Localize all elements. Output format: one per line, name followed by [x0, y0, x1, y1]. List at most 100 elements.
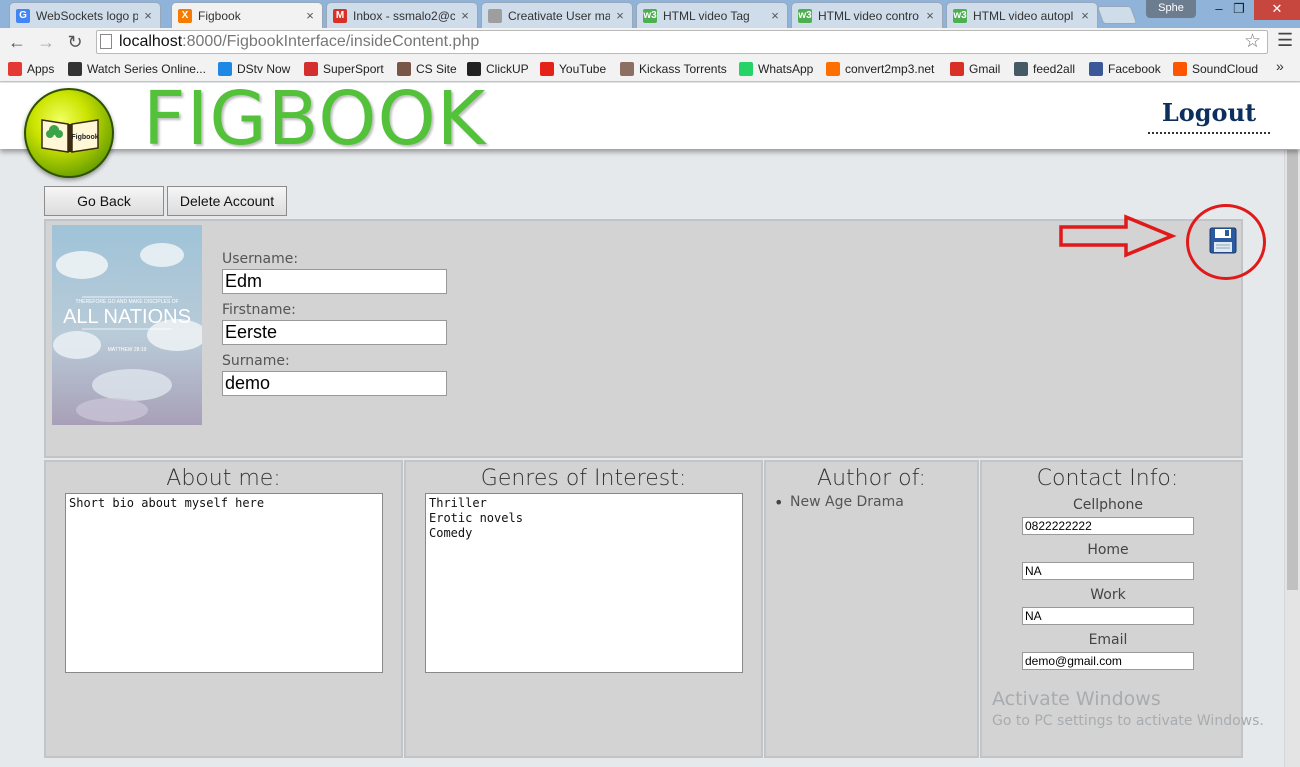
close-tab-icon[interactable]: × [142, 8, 154, 23]
bookmark-item[interactable]: Facebook [1089, 60, 1161, 78]
bookmark-label: Watch Series Online... [87, 62, 206, 76]
username-input[interactable]: Edm [222, 269, 447, 294]
menu-icon[interactable]: ☰ [1277, 30, 1293, 51]
bookmark-label: Gmail [969, 62, 1001, 76]
browser-tab[interactable]: G WebSockets logo p × [9, 2, 161, 28]
apps-icon [8, 62, 22, 76]
figbook-logo[interactable]: Figbook [24, 88, 114, 178]
reload-icon[interactable]: ↻ [64, 31, 86, 53]
save-icon[interactable] [1209, 227, 1237, 254]
bookmark-item[interactable]: SoundCloud [1173, 60, 1258, 78]
soundcloud-icon [1173, 62, 1187, 76]
surname-input[interactable]: demo [222, 371, 447, 396]
work-label: Work [1090, 587, 1126, 603]
youtube-icon [540, 62, 554, 76]
cellphone-input[interactable]: 0822222222 [1022, 517, 1194, 535]
browser-tab[interactable]: w3 HTML video contro × [791, 2, 943, 28]
clouds-image: THEREFORE GO AND MAKE DISCIPLES OF ALL N… [52, 225, 202, 425]
browser-tab[interactable]: w3 HTML video autopl × [946, 2, 1098, 28]
about-textarea[interactable]: Short bio about myself here [65, 493, 383, 673]
crest-icon [397, 62, 411, 76]
bookmark-item[interactable]: Kickass Torrents [620, 60, 727, 78]
w3schools-icon: w3 [798, 8, 812, 23]
maximize-button[interactable]: ❐ [1224, 0, 1254, 20]
activate-windows-subtitle: Go to PC settings to activate Windows. [992, 713, 1264, 729]
close-tab-icon[interactable]: × [924, 8, 936, 23]
logout-link[interactable]: Logout [1148, 96, 1270, 134]
bookmark-label: Kickass Torrents [639, 62, 727, 76]
gmail-icon: M [333, 8, 347, 23]
home-label: Home [1087, 542, 1129, 558]
close-tab-icon[interactable]: × [459, 8, 471, 23]
back-arrow-icon[interactable]: ← [6, 31, 28, 53]
more-bookmarks-icon[interactable]: » [1276, 58, 1284, 74]
bird-icon [68, 62, 82, 76]
book-icon: Figbook [41, 119, 99, 153]
genres-textarea[interactable]: Thriller Erotic novels Comedy [425, 493, 743, 673]
browser-profile-badge[interactable]: Sphe [1146, 0, 1196, 18]
monitor-icon [1014, 62, 1028, 76]
tab-title: HTML video contro [818, 8, 919, 23]
work-input[interactable]: NA [1022, 607, 1194, 625]
bookmark-item[interactable]: feed2all [1014, 60, 1075, 78]
bookmark-item[interactable]: Gmail [950, 60, 1000, 78]
tab-title: Creativate User ma [508, 8, 610, 23]
delete-account-button[interactable]: Delete Account [167, 186, 287, 216]
bookmark-label: YouTube [559, 62, 607, 76]
whatsapp-icon [739, 62, 753, 76]
home-input[interactable]: NA [1022, 562, 1194, 580]
supersport-icon [304, 62, 318, 76]
firstname-input[interactable]: Eerste [222, 320, 447, 345]
close-tab-icon[interactable]: × [1079, 8, 1091, 23]
bookmark-label: Apps [27, 62, 55, 76]
authored-book-item[interactable]: New Age Drama [774, 493, 904, 512]
go-back-button[interactable]: Go Back [44, 186, 164, 216]
bookmark-item[interactable]: Apps [8, 60, 54, 78]
bookmark-label: DStv Now [237, 62, 291, 76]
bookmark-star-icon[interactable]: ☆ [1244, 30, 1261, 53]
browser-tab[interactable]: Creativate User ma × [481, 2, 633, 28]
image-subtitle: THEREFORE GO AND MAKE DISCIPLES OF [75, 299, 178, 305]
convert-icon [826, 62, 840, 76]
surname-label: Surname: [222, 353, 290, 369]
scrollbar-thumb[interactable] [1287, 150, 1298, 590]
close-tab-icon[interactable]: × [614, 8, 626, 23]
username-label: Username: [222, 251, 299, 267]
bookmark-item[interactable]: WhatsApp [739, 60, 813, 78]
address-bar[interactable]: localhost:8000/FigbookInterface/insideCo… [96, 30, 1268, 54]
contact-title: Contact Info: [1036, 466, 1179, 491]
bookmark-item[interactable]: YouTube [540, 60, 606, 78]
gmail-icon [950, 62, 964, 76]
close-tab-icon[interactable]: × [304, 8, 316, 23]
bookmark-label: Facebook [1108, 62, 1161, 76]
annotation-arrow-icon [1059, 214, 1177, 258]
brand-title: FIGBOOK [143, 76, 487, 162]
url-path: :8000/FigbookInterface/insideContent.php [182, 33, 480, 50]
new-tab-button[interactable] [1096, 6, 1138, 24]
image-reference: MATTHEW 28:19 [108, 347, 147, 353]
forward-arrow-icon[interactable]: → [35, 31, 57, 53]
bookmark-label: feed2all [1033, 62, 1076, 76]
kickass-icon [620, 62, 634, 76]
email-input[interactable]: demo@gmail.com [1022, 652, 1194, 670]
bookmark-label: SoundCloud [1192, 62, 1259, 76]
bookmark-item[interactable]: convert2mp3.net [826, 60, 934, 78]
tab-title: Inbox - ssmalo2@c [353, 8, 455, 23]
browser-tab[interactable]: X Figbook × [171, 2, 323, 28]
author-title: Author of: [817, 466, 926, 491]
close-window-button[interactable]: ✕ [1254, 0, 1300, 20]
bookmark-label: convert2mp3.net [845, 62, 935, 76]
tab-title: HTML video autopl [973, 8, 1074, 23]
cellphone-label: Cellphone [1073, 497, 1143, 513]
browser-tab[interactable]: w3 HTML video Tag × [636, 2, 788, 28]
page-icon [100, 34, 112, 49]
tab-title: WebSockets logo p [36, 8, 138, 23]
play-icon [218, 62, 232, 76]
close-tab-icon[interactable]: × [769, 8, 781, 23]
email-label: Email [1088, 632, 1128, 648]
image-title: ALL NATIONS [63, 306, 191, 328]
profile-picture[interactable]: THEREFORE GO AND MAKE DISCIPLES OF ALL N… [52, 225, 202, 425]
url-host: localhost [119, 33, 183, 50]
browser-tab[interactable]: M Inbox - ssmalo2@c × [326, 2, 478, 28]
about-title: About me: [166, 466, 281, 491]
